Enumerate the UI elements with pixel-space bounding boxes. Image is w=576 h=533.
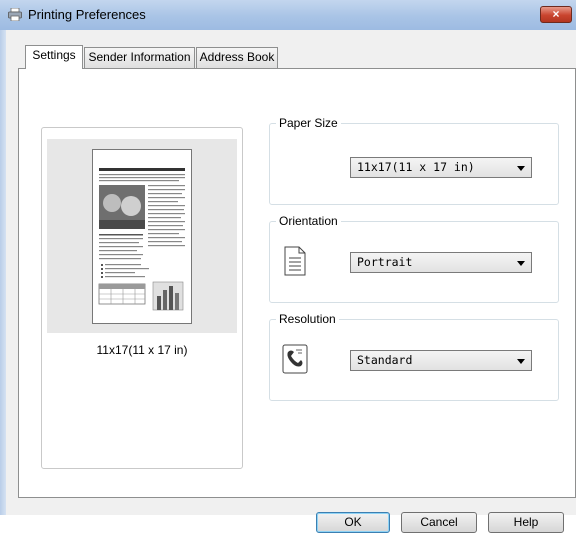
close-button[interactable]: × <box>540 6 572 23</box>
orientation-group-title: Orientation <box>276 214 341 228</box>
close-icon: × <box>552 7 560 21</box>
resolution-group-title: Resolution <box>276 312 339 326</box>
resolution-dropdown[interactable]: Standard <box>350 350 532 371</box>
orientation-value: Portrait <box>357 255 413 269</box>
tab-settings[interactable]: Settings <box>25 45 83 69</box>
paper-size-value: 11x17(11 x 17 in) <box>357 160 475 174</box>
fax-resolution-icon <box>282 344 308 374</box>
cancel-button[interactable]: Cancel <box>401 512 477 533</box>
settings-tab-panel: 11x17(11 x 17 in) Paper Size 11x17(11 x … <box>18 68 576 498</box>
tab-address-book[interactable]: Address Book <box>196 47 278 68</box>
chevron-down-icon <box>517 359 525 364</box>
ok-button[interactable]: OK <box>316 512 390 533</box>
orientation-group: Orientation Portrait <box>269 214 559 303</box>
title-bar[interactable]: Printing Preferences × <box>0 0 576 31</box>
preview-paper-size-label: 11x17(11 x 17 in) <box>96 343 188 357</box>
orientation-dropdown[interactable]: Portrait <box>350 252 532 273</box>
portrait-page-icon <box>284 246 306 276</box>
sample-document-image <box>98 168 185 311</box>
page-preview-panel: 11x17(11 x 17 in) <box>41 127 243 469</box>
preview-background <box>47 139 237 333</box>
paper-size-group-title: Paper Size <box>276 116 341 130</box>
resolution-value: Standard <box>357 353 413 367</box>
resolution-group: Resolution Standard <box>269 312 559 401</box>
chevron-down-icon <box>517 261 525 266</box>
tab-sender-information[interactable]: Sender Information <box>84 47 195 68</box>
window-title: Printing Preferences <box>28 7 146 22</box>
paper-size-group: Paper Size 11x17(11 x 17 in) <box>269 116 559 205</box>
printing-preferences-window: Printing Preferences × Settings Sender I… <box>0 0 576 533</box>
chevron-down-icon <box>517 166 525 171</box>
printer-icon <box>8 8 22 21</box>
paper-size-dropdown[interactable]: 11x17(11 x 17 in) <box>350 157 532 178</box>
dialog-client-area: Settings Sender Information Address Book <box>6 30 576 533</box>
help-button[interactable]: Help <box>488 512 564 533</box>
page-thumbnail <box>92 149 192 324</box>
